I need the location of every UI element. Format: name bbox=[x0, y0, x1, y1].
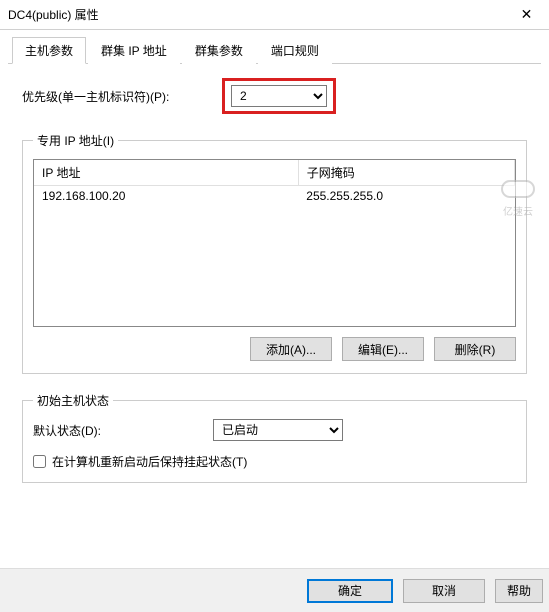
ip-table: IP 地址 子网掩码 192.168.100.20 255.255.255.0 bbox=[34, 160, 515, 206]
footer: 确定 取消 帮助 bbox=[0, 568, 549, 612]
window-title: DC4(public) 属性 bbox=[8, 6, 99, 23]
retain-label: 在计算机重新启动后保持挂起状态(T) bbox=[52, 453, 247, 470]
ip-buttons: 添加(A)... 编辑(E)... 删除(R) bbox=[33, 337, 516, 361]
retain-row: 在计算机重新启动后保持挂起状态(T) bbox=[33, 453, 516, 470]
cell-mask: 255.255.255.0 bbox=[298, 186, 514, 207]
col-ip[interactable]: IP 地址 bbox=[34, 160, 298, 186]
priority-select[interactable]: 2 bbox=[231, 85, 327, 107]
default-state-select[interactable]: 已启动 bbox=[213, 419, 343, 441]
ip-table-wrap[interactable]: IP 地址 子网掩码 192.168.100.20 255.255.255.0 bbox=[33, 159, 516, 327]
ip-group-legend: 专用 IP 地址(I) bbox=[33, 132, 118, 149]
tabs: 主机参数 群集 IP 地址 群集参数 端口规则 bbox=[8, 36, 541, 64]
default-state-label: 默认状态(D): bbox=[33, 422, 213, 439]
col-mask[interactable]: 子网掩码 bbox=[298, 160, 514, 186]
retain-checkbox[interactable] bbox=[33, 455, 46, 468]
priority-label: 优先级(单一主机标识符)(P): bbox=[22, 88, 222, 105]
cell-ip: 192.168.100.20 bbox=[34, 186, 298, 207]
ip-group: 专用 IP 地址(I) IP 地址 子网掩码 192.168.100.20 25… bbox=[22, 132, 527, 374]
table-row[interactable]: 192.168.100.20 255.255.255.0 bbox=[34, 186, 515, 207]
tab-cluster-params[interactable]: 群集参数 bbox=[182, 37, 256, 64]
default-state-row: 默认状态(D): 已启动 bbox=[33, 419, 516, 441]
ok-button[interactable]: 确定 bbox=[307, 579, 393, 603]
state-group-legend: 初始主机状态 bbox=[33, 392, 113, 409]
add-button[interactable]: 添加(A)... bbox=[250, 337, 332, 361]
help-button[interactable]: 帮助 bbox=[495, 579, 543, 603]
close-icon[interactable]: ✕ bbox=[504, 0, 549, 30]
titlebar: DC4(public) 属性 ✕ bbox=[0, 0, 549, 30]
tab-cluster-ip[interactable]: 群集 IP 地址 bbox=[88, 37, 180, 64]
edit-button[interactable]: 编辑(E)... bbox=[342, 337, 424, 361]
cancel-button[interactable]: 取消 bbox=[403, 579, 485, 603]
content: 优先级(单一主机标识符)(P): 2 专用 IP 地址(I) IP 地址 子网掩… bbox=[0, 64, 549, 483]
priority-row: 优先级(单一主机标识符)(P): 2 bbox=[22, 78, 527, 114]
tab-port-rules[interactable]: 端口规则 bbox=[258, 37, 332, 64]
priority-highlight: 2 bbox=[222, 78, 336, 114]
remove-button[interactable]: 删除(R) bbox=[434, 337, 516, 361]
tab-host-params[interactable]: 主机参数 bbox=[12, 37, 86, 64]
state-group: 初始主机状态 默认状态(D): 已启动 在计算机重新启动后保持挂起状态(T) bbox=[22, 392, 527, 483]
